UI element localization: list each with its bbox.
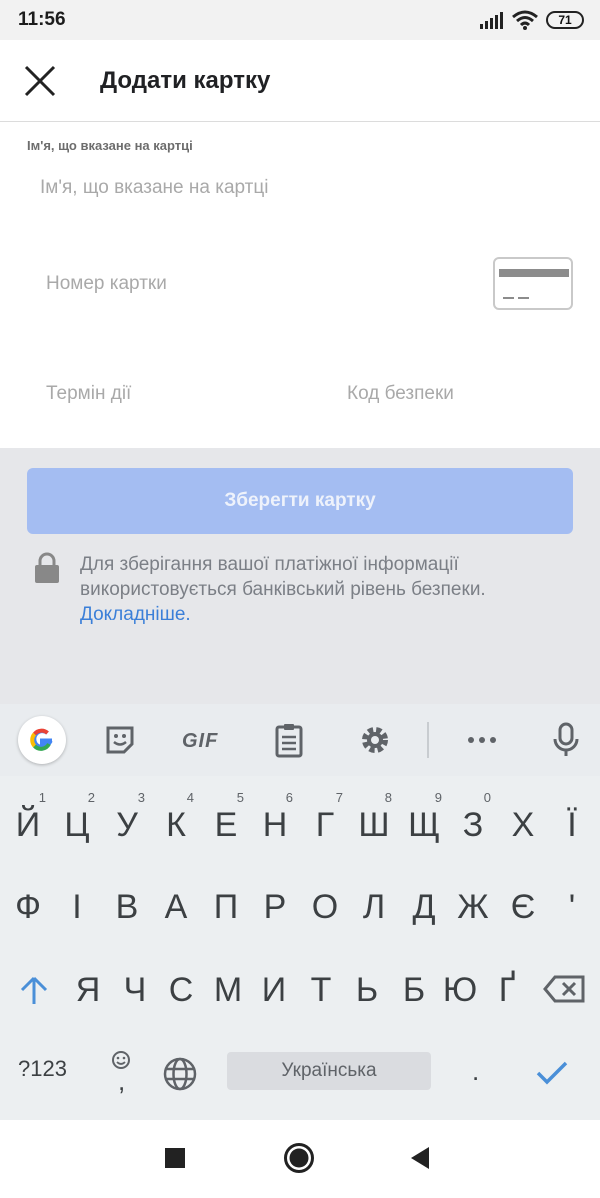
gear-icon[interactable] [358,722,392,758]
status-time: 11:56 [18,9,66,30]
key-т[interactable]: Т [297,959,345,1021]
on-screen-keyboard: GIF Й1 Ц2 У3 К4 Е5 Н6 Г7 Ш8 Щ9 З 0 Х Ї Ф… [0,704,600,1120]
key-н[interactable]: Н6 [251,790,299,856]
mic-icon[interactable] [552,722,580,758]
key-а[interactable]: А [152,876,200,938]
sticker-icon[interactable] [104,722,136,758]
symbols-key[interactable]: ?123 [18,1056,67,1082]
key-apostrophe[interactable]: ' [548,876,596,938]
credit-card-icon [493,257,573,310]
lock-icon [35,552,59,583]
shift-icon[interactable] [16,970,52,1010]
gif-button[interactable]: GIF [182,730,218,753]
key-е[interactable]: Е5 [202,790,250,856]
period-key[interactable]: . [472,1056,479,1087]
key-л[interactable]: Л [350,876,398,938]
key-ї[interactable]: Ї [548,794,596,856]
keyboard-toolbar: GIF [0,704,600,776]
key-у[interactable]: У3 [103,790,151,856]
actions-area: Зберегти картку Для зберігання вашої пла… [0,448,600,704]
recents-icon[interactable] [159,1142,191,1174]
toolbar-divider [427,722,429,758]
security-notice: Для зберігання вашої платіжної інформаці… [80,552,580,627]
key-к[interactable]: К4 [152,790,200,856]
key-ш[interactable]: Ш8 [350,790,398,856]
key-і[interactable]: І [53,876,101,938]
signal-icon [480,12,503,29]
emoji-comma-key[interactable]: , [104,1046,140,1096]
key-ч[interactable]: Ч [111,959,159,1021]
cardholder-name-input[interactable] [26,168,572,208]
clipboard-icon[interactable] [274,722,304,758]
key-ь[interactable]: Ь [343,959,391,1021]
status-bar: 11:56 71 [0,0,600,40]
back-icon[interactable] [405,1142,437,1174]
key-р[interactable]: Р [251,876,299,938]
backspace-icon[interactable] [543,974,587,1004]
comma-label: , [118,1066,126,1096]
key-д[interactable]: Д [400,876,448,938]
google-icon[interactable] [18,716,66,764]
app-bar: Додати картку [0,40,600,122]
close-icon[interactable] [20,61,60,101]
name-field-label: Ім'я, що вказане на картці [27,138,193,153]
key-ж[interactable]: Ж [449,876,497,938]
security-code-input[interactable] [330,374,570,414]
key-о[interactable]: О [301,876,349,938]
key-щ[interactable]: Щ9 [400,790,448,856]
globe-icon[interactable] [162,1056,198,1092]
key-б[interactable]: Б [390,959,438,1021]
system-nav-bar [0,1120,600,1198]
key-в[interactable]: В [103,876,151,938]
check-icon[interactable] [534,1054,570,1090]
space-bar[interactable]: Українська [227,1052,431,1090]
key-п[interactable]: П [202,876,250,938]
key-ю[interactable]: Ю [436,959,484,1021]
key-ф[interactable]: Ф [4,876,52,938]
battery-indicator: 71 [546,11,584,29]
more-icon[interactable] [466,722,498,758]
wifi-icon [512,10,538,30]
page-title: Додати картку [100,67,271,94]
key-х[interactable]: Х [499,794,547,856]
card-form: Ім'я, що вказане на картці [0,122,600,448]
key-с[interactable]: С [157,959,205,1021]
key-м[interactable]: М [204,959,252,1021]
key-й[interactable]: Й1 [4,790,52,856]
home-icon[interactable] [283,1142,315,1174]
key-г[interactable]: Г7 [301,790,349,856]
key-ґ[interactable]: Ґ [483,959,531,1021]
key-и[interactable]: И [250,959,298,1021]
security-line-2: використовується банківський рівень безп… [80,579,486,600]
learn-more-link[interactable]: Докладніше. [80,602,580,627]
security-line-1: Для зберігання вашої платіжної інформаці… [80,554,459,575]
key-ц[interactable]: Ц2 [53,790,101,856]
key-з[interactable]: З0 [449,790,497,856]
card-number-input[interactable] [26,264,466,304]
key-я[interactable]: Я [64,959,112,1021]
key-є[interactable]: Є [499,876,547,938]
expiry-date-input[interactable] [26,374,306,414]
save-card-button[interactable]: Зберегти картку [27,468,573,534]
